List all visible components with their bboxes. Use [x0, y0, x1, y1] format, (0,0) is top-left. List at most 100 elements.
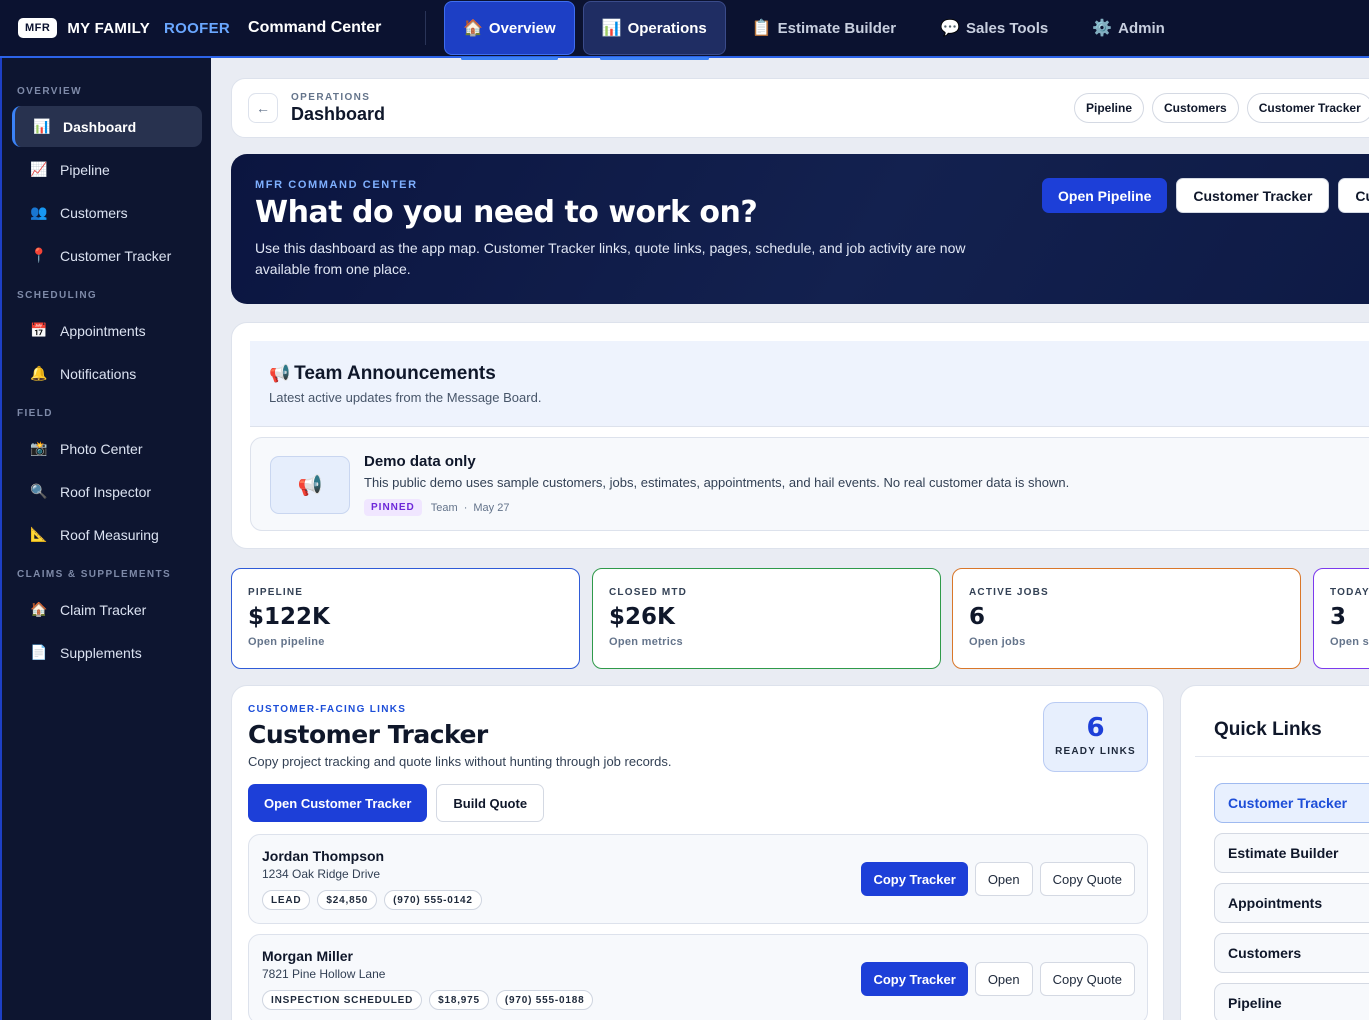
- speech-bubble-icon: 💬: [940, 20, 960, 37]
- quick-links-divider: [1195, 756, 1369, 757]
- nav-tab-operations[interactable]: 📊 Operations: [582, 1, 726, 60]
- nav-tab-label: Overview: [488, 19, 556, 37]
- announcement-author: Team: [430, 501, 458, 514]
- tracker-actions: Open Customer Tracker Build Quote: [248, 784, 553, 822]
- triangle-ruler-icon: 📐: [30, 526, 48, 542]
- sidebar-item-roof-measuring[interactable]: 📐 Roof Measuring: [12, 514, 202, 555]
- sidebar-item-label: Notifications: [60, 365, 137, 382]
- pill-customers[interactable]: Customers: [1152, 93, 1239, 123]
- hero-actions: Open Pipeline Customer Tracker Cus: [1042, 178, 1369, 213]
- announcement-text: This public demo uses sample customers, …: [364, 475, 1070, 490]
- sidebar-item-notifications[interactable]: 🔔 Notifications: [12, 353, 202, 394]
- brand-logo: MFR: [18, 18, 58, 38]
- nav-tab-admin[interactable]: ⚙️ Admin: [1074, 1, 1183, 55]
- sidebar-item-roof-inspector[interactable]: 🔍 Roof Inspector: [12, 471, 202, 512]
- sidebar-item-label: Customers: [60, 204, 128, 221]
- back-arrow-icon[interactable]: ←: [248, 93, 278, 123]
- sidebar-item-supplements[interactable]: 📄 Supplements: [12, 632, 202, 673]
- stat-card-active-jobs[interactable]: ACTIVE JOBS 6 Open jobs: [952, 568, 1301, 669]
- camera-icon: 📸: [30, 440, 48, 456]
- stat-card-closed-mtd[interactable]: CLOSED MTD $26K Open metrics: [592, 568, 941, 669]
- brand-accent: ROOFER: [164, 19, 231, 37]
- copy-quote-button[interactable]: Copy Quote: [1039, 862, 1135, 896]
- sidebar-item-customer-tracker[interactable]: 📍 Customer Tracker: [12, 235, 202, 276]
- announcement-title: Demo data only: [364, 453, 476, 470]
- sidebar-item-photo-center[interactable]: 📸 Photo Center: [12, 428, 202, 469]
- stat-link: Open s: [1330, 636, 1369, 648]
- home-icon: 🏠: [463, 20, 483, 37]
- sidebar-item-appointments[interactable]: 📅 Appointments: [12, 310, 202, 351]
- phone-tag: (970) 555-0142: [384, 890, 482, 910]
- nav-tab-overview[interactable]: 🏠 Overview: [444, 1, 575, 60]
- sidebar-item-customers[interactable]: 👥 Customers: [12, 192, 202, 233]
- stat-link: Open jobs: [969, 636, 1026, 648]
- open-pipeline-button[interactable]: Open Pipeline: [1042, 178, 1168, 213]
- stat-label: TODAY: [1330, 587, 1369, 598]
- quick-link-appointments[interactable]: Appointments: [1214, 883, 1369, 923]
- sidebar-item-pipeline[interactable]: 📈 Pipeline: [12, 149, 202, 190]
- nav-tab-sales-tools[interactable]: 💬 Sales Tools: [922, 1, 1066, 55]
- ready-links-label: READY LINKS: [1055, 746, 1136, 757]
- stat-link: Open pipeline: [248, 636, 325, 648]
- announcements-subtitle: Latest active updates from the Message B…: [269, 390, 542, 405]
- quick-link-pipeline[interactable]: Pipeline: [1214, 983, 1369, 1020]
- house-icon: 🏠: [30, 601, 48, 617]
- hero-banner: MFR COMMAND CENTER What do you need to w…: [231, 154, 1369, 304]
- announcement-card[interactable]: 📢 Demo data only This public demo uses s…: [250, 437, 1369, 531]
- hero-description: Use this dashboard as the app map. Custo…: [255, 240, 966, 277]
- stat-value: $26K: [609, 604, 675, 630]
- announcement-body: Demo data only This public demo uses sam…: [364, 453, 1069, 516]
- pill-pipeline[interactable]: Pipeline: [1074, 93, 1145, 123]
- open-button[interactable]: Open: [974, 862, 1033, 896]
- breadcrumb-text: OPERATIONS Dashboard: [291, 92, 385, 125]
- copy-tracker-button[interactable]: Copy Tracker: [861, 862, 968, 896]
- amount-tag: $18,975: [429, 990, 489, 1010]
- announcement-meta: PINNED Team · May 27: [364, 499, 1069, 516]
- breadcrumb-shortcuts: Pipeline Customers Customer Tracker: [1074, 93, 1369, 123]
- quick-link-customers[interactable]: Customers: [1214, 933, 1369, 973]
- status-tag: INSPECTION SCHEDULED: [262, 990, 423, 1010]
- megaphone-icon: 📢: [269, 364, 291, 383]
- sidebar-item-dashboard[interactable]: 📊 Dashboard: [12, 106, 202, 147]
- stat-card-today[interactable]: TODAY 3 Open s: [1313, 568, 1369, 669]
- quick-link-customer-tracker[interactable]: Customer Tracker: [1214, 783, 1369, 823]
- nav-tab-estimate-builder[interactable]: 📋 Estimate Builder: [734, 1, 914, 55]
- sidebar-item-label: Claim Tracker: [60, 601, 147, 618]
- gear-icon: ⚙️: [1092, 20, 1113, 37]
- stat-card-pipeline[interactable]: PIPELINE $122K Open pipeline: [231, 568, 580, 669]
- customer-actions: Copy Tracker Open Copy Quote: [854, 862, 1135, 896]
- sidebar-item-label: Photo Center: [60, 440, 143, 457]
- magnifier-icon: 🔍: [30, 483, 48, 499]
- sidebar-section-overview: OVERVIEW: [17, 86, 82, 97]
- quick-link-estimate-builder[interactable]: Estimate Builder: [1214, 833, 1369, 873]
- brand[interactable]: MFR MY FAMILY ROOFER Command Center: [0, 18, 425, 38]
- customer-tracker-button[interactable]: Customer Tracker: [1176, 178, 1330, 213]
- calendar-icon: 📅: [30, 322, 48, 338]
- copy-tracker-button[interactable]: Copy Tracker: [861, 962, 968, 996]
- stat-label: PIPELINE: [248, 587, 304, 598]
- quick-links-panel: Quick Links Customer Tracker Estimate Bu…: [1180, 685, 1369, 1020]
- open-button[interactable]: Open: [974, 962, 1033, 996]
- pinned-badge: PINNED: [364, 499, 422, 516]
- tracker-title: Customer Tracker: [248, 720, 488, 749]
- stat-label: ACTIVE JOBS: [969, 587, 1049, 598]
- document-icon: 📄: [30, 644, 48, 660]
- open-customer-tracker-button[interactable]: Open Customer Tracker: [248, 784, 428, 822]
- chart-icon: 📊: [601, 20, 622, 37]
- build-quote-button[interactable]: Build Quote: [436, 784, 545, 822]
- announcements-title: Team Announcements: [294, 363, 496, 384]
- announcements-title-row: 📢 Team Announcements: [269, 363, 1369, 385]
- customers-button[interactable]: Cus: [1338, 178, 1369, 213]
- brand-name: MY FAMILY: [67, 19, 151, 37]
- sidebar-item-label: Pipeline: [60, 161, 110, 178]
- sidebar-section-field: FIELD: [17, 408, 53, 419]
- breadcrumb: ← OPERATIONS Dashboard Pipeline Customer…: [231, 78, 1369, 138]
- sidebar-item-claim-tracker[interactable]: 🏠 Claim Tracker: [12, 589, 202, 630]
- customer-actions: Copy Tracker Open Copy Quote: [854, 962, 1135, 996]
- copy-quote-button[interactable]: Copy Quote: [1039, 962, 1135, 996]
- pill-customer-tracker[interactable]: Customer Tracker: [1246, 93, 1369, 123]
- users-icon: 👥: [30, 204, 48, 220]
- stat-value: 6: [969, 604, 986, 630]
- customer-row: Jordan Thompson 1234 Oak Ridge Drive LEA…: [248, 834, 1148, 924]
- ready-links-count: 6: [1086, 713, 1105, 743]
